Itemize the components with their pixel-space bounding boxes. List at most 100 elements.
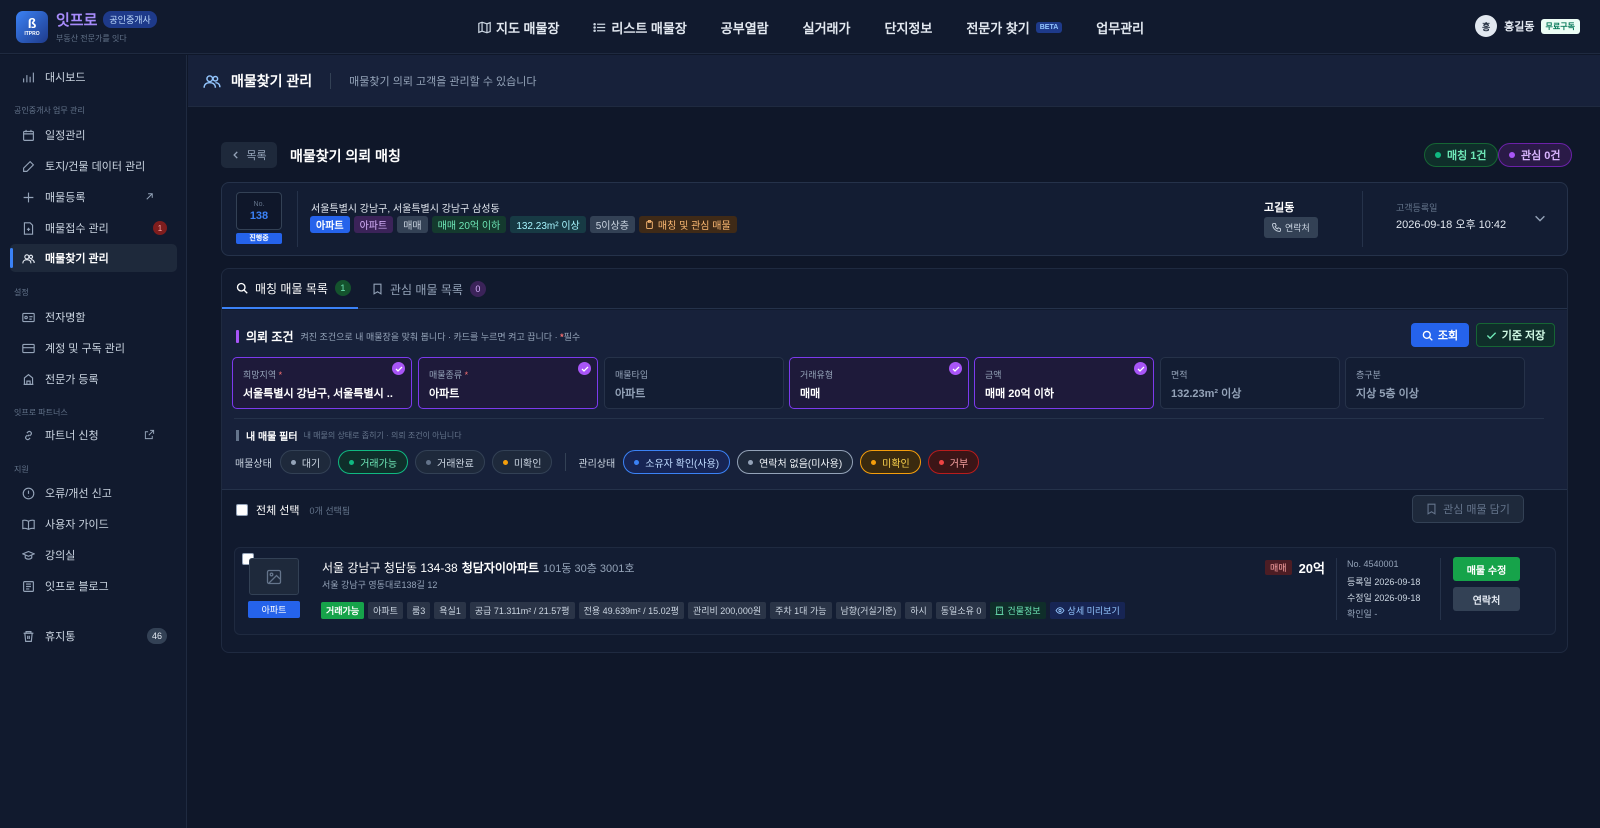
sidebar-item-land-data[interactable]: 토지/건물 데이터 관리 xyxy=(10,152,177,180)
sidebar-item-trash[interactable]: 휴지통 46 xyxy=(10,622,177,650)
deal-type-tag: 매매 xyxy=(1265,560,1292,575)
plan-badge: 무료구독 xyxy=(1540,18,1580,34)
number-label: No. xyxy=(253,200,265,208)
check-icon xyxy=(1486,331,1496,339)
status-dot xyxy=(938,459,944,465)
building-icon xyxy=(23,373,34,385)
chip-status-completed[interactable]: 거래완료 xyxy=(415,450,485,474)
nav-public-records[interactable]: 공부열람 xyxy=(721,18,769,37)
chip-label: 연락처 없음(미사용) xyxy=(759,458,843,470)
sidebar-item-register[interactable]: 매물등록 xyxy=(10,183,177,211)
match-count-pill[interactable]: 매칭 1건 xyxy=(1424,143,1498,167)
avatar: 홍 xyxy=(1475,15,1498,37)
add-to-interest-button[interactable]: 관심 매물 담기 xyxy=(1412,495,1524,523)
chip-status-waiting[interactable]: 대기 xyxy=(279,450,332,474)
sidebar-item-intake[interactable]: 매물접수 관리 1 xyxy=(10,214,177,242)
divider xyxy=(1440,558,1441,620)
link-label: 상세 미리보기 xyxy=(1067,606,1120,616)
chip-label: 거부 xyxy=(949,458,969,470)
button-label: 관심 매물 담기 xyxy=(1443,504,1510,516)
brand-logo[interactable]: ß ITPRO 잇프로 공인중개사 부동산 전문가를 잇다 xyxy=(16,9,216,44)
divider xyxy=(1336,558,1337,620)
chip-manage-owner-confirmed[interactable]: 소유자 확인(사용) xyxy=(623,450,731,474)
user-menu[interactable]: 홍 홍길동 무료구독 xyxy=(1475,15,1580,37)
tab-matching-listings[interactable]: 매칭 매물 목록 1 xyxy=(222,269,358,309)
list-item[interactable]: 아파트 서울 강남구 청담동 134-38 청담자이아파트 101동 30층 300… xyxy=(234,547,1556,635)
status-dot xyxy=(502,459,508,465)
building-info-link[interactable]: 건물정보 xyxy=(990,602,1046,619)
logo-mark-icon: ß ITPRO xyxy=(16,10,48,43)
chip-manage-unconfirmed[interactable]: 미확인 xyxy=(860,450,921,474)
tag: 관리비 200,000원 xyxy=(687,602,767,619)
tab-interest-listings[interactable]: 관심 매물 목록 0 xyxy=(372,269,486,309)
status-dot xyxy=(634,459,640,465)
file-icon xyxy=(23,221,34,235)
chip-manage-rejected[interactable]: 거부 xyxy=(927,450,980,474)
sidebar-item-blog[interactable]: 잇프로 블로그 xyxy=(10,572,177,600)
count-badge: 1 xyxy=(153,221,167,235)
accent-bar xyxy=(236,330,239,343)
status-dot xyxy=(290,459,296,465)
sidebar-item-report[interactable]: 오류/개선 신고 xyxy=(10,479,177,507)
status-dot xyxy=(748,459,754,465)
sidebar-item-classroom[interactable]: 강의실 xyxy=(10,541,177,569)
nav-list-listing[interactable]: 리스트 매물장 xyxy=(593,18,687,37)
condition-card-region[interactable]: 희망지역 * 서울특별시 강남구, 서울특별시 ... xyxy=(232,357,412,409)
desc-text: 켜진 조건으로 내 매물장을 맞춰 봅니다 · 카드를 누르면 켜고 끕니다 · xyxy=(300,332,561,342)
listing-title[interactable]: 서울 강남구 청담동 134-38 청담자이아파트 101동 30층 3001호 xyxy=(322,559,635,576)
divider xyxy=(1362,191,1363,247)
sidebar-item-partner[interactable]: 파트너 신청 xyxy=(10,421,177,449)
nav-work-management[interactable]: 업무관리 xyxy=(1096,18,1144,37)
status-dot xyxy=(1435,152,1441,158)
select-all-checkbox[interactable] xyxy=(236,504,248,516)
sidebar-item-guide[interactable]: 사용자 가이드 xyxy=(10,510,177,538)
sidebar-item-expert-register[interactable]: 전문가 등록 xyxy=(10,365,177,393)
condition-card-area[interactable]: 면적 132.23m² 이상 xyxy=(1160,357,1340,409)
sidebar-item-label: 대시보드 xyxy=(45,72,86,84)
chip-manage-no-contact[interactable]: 연락처 없음(미사용) xyxy=(737,450,854,474)
sidebar-item-label: 매물찾기 관리 xyxy=(45,253,109,265)
tab-count: 0 xyxy=(469,281,486,297)
condition-card-property-kind[interactable]: 매물종류 * 아파트 xyxy=(418,357,598,409)
condition-card-price[interactable]: 금액 매매 20억 이하 xyxy=(974,357,1154,409)
condition-card-floor[interactable]: 층구분 지상 5층 이상 xyxy=(1345,357,1525,409)
sidebar-item-account[interactable]: 계정 및 구독 관리 xyxy=(10,334,177,362)
nav-map-listing[interactable]: 지도 매물장 xyxy=(478,18,559,37)
condition-card-property-type[interactable]: 매물타입 아파트 xyxy=(604,357,784,409)
nav-transaction-price[interactable]: 실거래가 xyxy=(803,18,851,37)
save-criteria-button[interactable]: 기준 저장 xyxy=(1476,323,1555,347)
sidebar-item-label: 강의실 xyxy=(45,550,76,562)
tag-label: 매칭 및 관심 매물 xyxy=(657,221,731,232)
detail-preview-link[interactable]: 상세 미리보기 xyxy=(1049,602,1125,619)
sidebar-item-dashboard[interactable]: 대시보드 xyxy=(10,63,177,91)
sidebar-item-schedule[interactable]: 일정관리 xyxy=(10,121,177,149)
plus-icon xyxy=(23,192,34,202)
search-button[interactable]: 조회 xyxy=(1411,323,1469,347)
sidebar-section-title: 설정 xyxy=(14,288,29,297)
accent-bar xyxy=(236,430,239,441)
chip-status-unconfirmed[interactable]: 미확인 xyxy=(491,450,553,474)
interest-count-pill[interactable]: 관심 0건 xyxy=(1498,143,1572,167)
client-contact-button[interactable]: 연락처 xyxy=(1264,217,1318,238)
conditions-description: 켜진 조건으로 내 매물장을 맞춰 봅니다 · 카드를 누르면 켜고 끕니다 ·… xyxy=(301,330,581,343)
back-to-list-button[interactable]: 목록 xyxy=(221,142,277,168)
condition-card-deal-type[interactable]: 거래유형 매매 xyxy=(789,357,969,409)
select-all[interactable]: 전체 선택 0개 선택됨 xyxy=(236,502,350,518)
matching-panel: 매칭 매물 목록 1 관심 매물 목록 0 의뢰 조건 켜진 조건으로 내 매물… xyxy=(221,268,1568,653)
chip-status-available[interactable]: 거래가능 xyxy=(338,450,409,474)
status-dot xyxy=(426,459,432,465)
tag: 공급 71.311m² / 21.57평 xyxy=(469,602,575,619)
nav-complex-info[interactable]: 단지정보 xyxy=(884,18,932,37)
count-badge: 46 xyxy=(147,628,167,644)
list-icon xyxy=(593,22,606,32)
registered-date: 2026-09-18 오후 10:42 xyxy=(1396,219,1507,231)
sidebar-item-find-listing[interactable]: 매물찾기 관리 xyxy=(10,244,177,272)
sidebar-item-business-card[interactable]: 전자명함 xyxy=(10,303,177,331)
chevron-down-icon[interactable] xyxy=(1533,211,1547,225)
nav-label: 리스트 매물장 xyxy=(611,20,687,36)
nav-find-expert[interactable]: 전문가 찾기 BETA xyxy=(966,18,1063,37)
edit-listing-button[interactable]: 매물 수정 xyxy=(1453,557,1520,581)
contact-button[interactable]: 연락처 xyxy=(1453,587,1520,611)
listing-thumbnail xyxy=(249,558,299,595)
filter-description: 내 매물의 상태로 좁히기 · 의뢰 조건이 아닙니다 xyxy=(303,431,462,440)
